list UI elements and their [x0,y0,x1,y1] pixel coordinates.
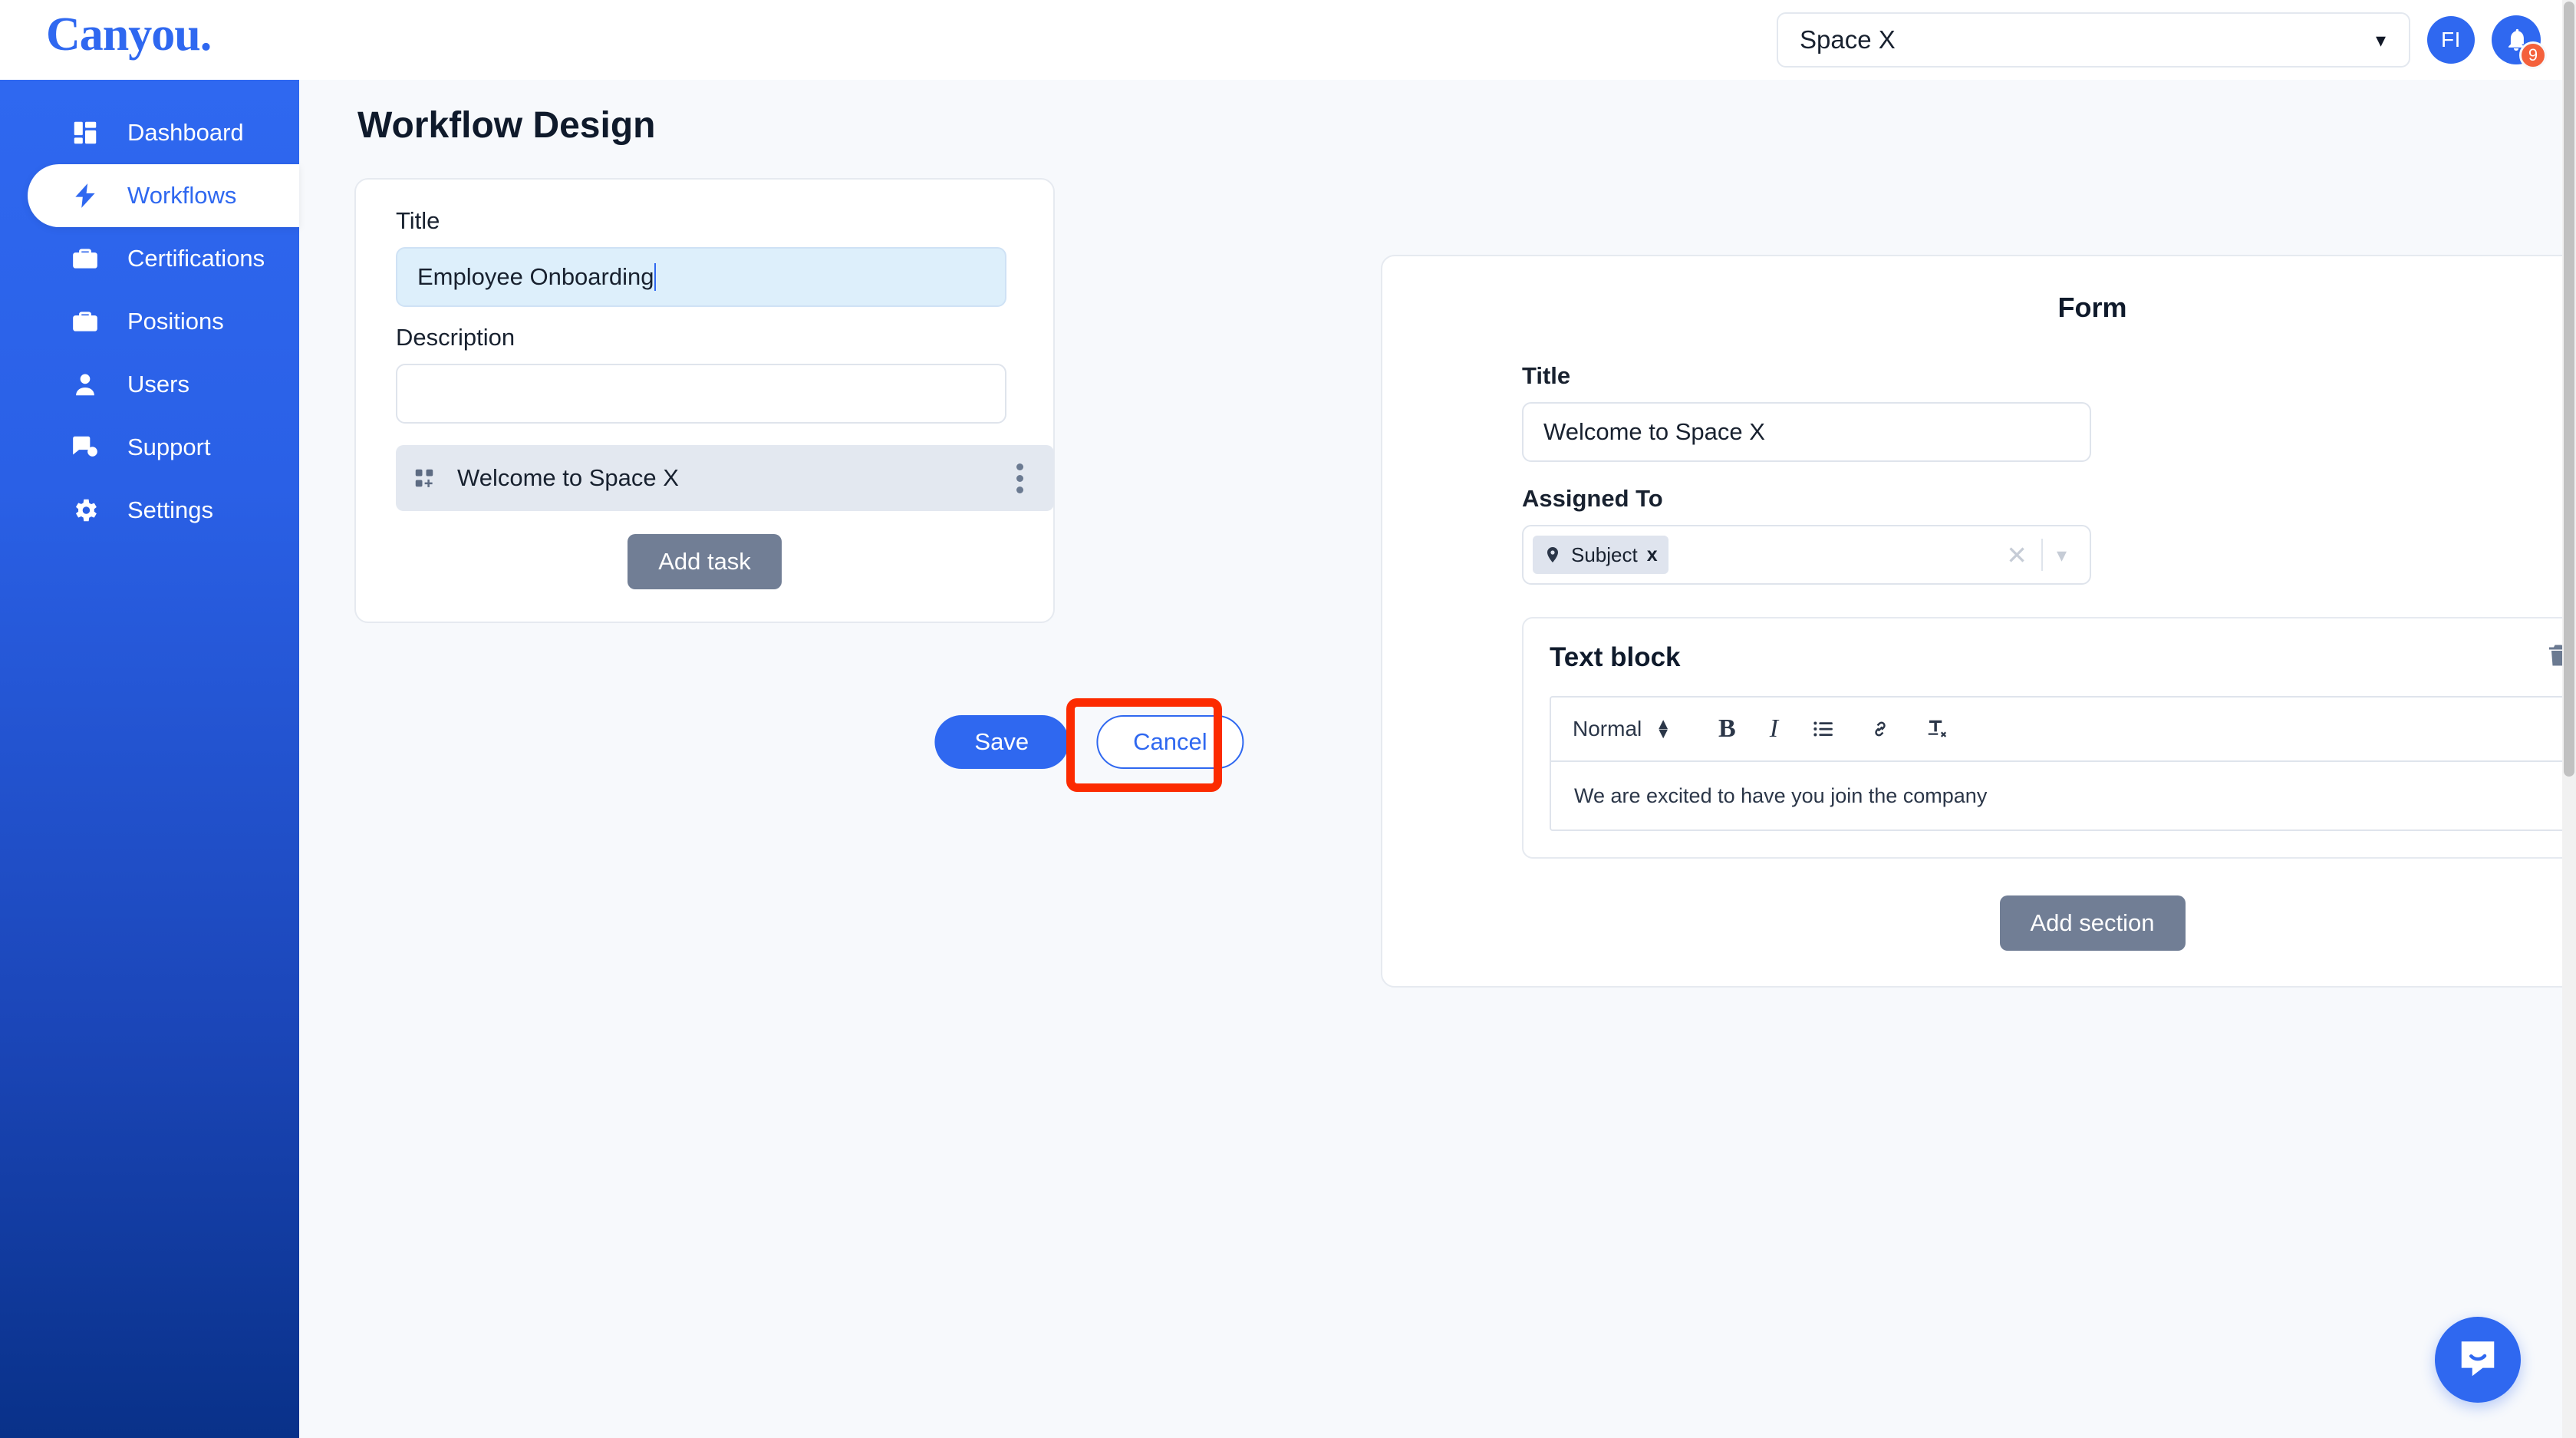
clear-format-button[interactable] [1909,717,1965,740]
organization-select[interactable]: Space X ▾ [1777,12,2410,68]
assigned-to-controls: ✕ ▾ [1992,539,2080,571]
avatar-initials: FI [2441,28,2461,51]
sidebar-item-positions[interactable]: Positions [28,290,299,353]
top-bar: Canyou. Space X ▾ FI 9 [0,0,2562,80]
form-title-input[interactable]: Welcome to Space X [1522,402,2091,462]
sidebar-item-dashboard[interactable]: Dashboard [28,101,299,164]
sidebar-item-label: Dashboard [127,119,244,146]
gear-icon [69,494,101,526]
sidebar-item-label: Positions [127,308,224,335]
location-pin-icon [1543,546,1562,564]
workflow-description-label: Description [396,324,516,351]
workflow-description-input[interactable] [396,364,1006,424]
italic-button[interactable]: I [1753,714,1795,744]
sidebar-item-certifications[interactable]: Certifications [28,227,299,290]
editor-content[interactable]: We are excited to have you join the comp… [1551,762,2576,829]
app-logo[interactable]: Canyou. [46,8,212,62]
cancel-button[interactable]: Cancel [1096,715,1244,769]
page-title: Workflow Design [357,105,656,146]
remove-tag-icon[interactable]: x [1647,544,1658,566]
lightning-bolt-icon [69,180,101,212]
notification-badge: 9 [2519,41,2547,69]
link-chain-icon[interactable] [1852,717,1909,740]
workflow-title-value: Employee Onboarding [417,263,654,290]
bold-button[interactable]: B [1701,714,1753,744]
workflow-title-label: Title [396,207,440,234]
sidebar-item-label: Support [127,434,211,460]
task-name: Welcome to Space X [457,464,679,491]
task-list-item[interactable]: Welcome to Space X [396,445,1054,511]
stepper-arrows-icon: ▲ ▼ [1655,715,1672,742]
assigned-to-label: Assigned To [1522,485,1663,512]
sidebar: Dashboard Workflows Certifications Posit… [0,80,299,1438]
assigned-to-select[interactable]: Subject x ✕ ▾ [1522,525,2091,585]
form-panel-heading: Form [2057,292,2127,323]
chat-launcher-button[interactable] [2435,1317,2521,1403]
form-panel-body: Title Welcome to Space X Assigned To Sub… [1382,324,2576,951]
sidebar-item-label: Settings [127,496,214,523]
form-actions: Save Cancel [934,715,1244,769]
format-select[interactable]: Normal ▲ ▼ [1573,715,1672,742]
sidebar-item-workflows[interactable]: Workflows [28,164,299,227]
add-section-button[interactable]: Add section [1999,895,2186,951]
clear-x-icon[interactable]: ✕ [1992,543,2041,568]
user-icon [69,368,101,401]
form-title-label: Title [1522,362,1571,389]
dashboard-grid-icon [69,117,101,149]
page-scrollbar[interactable] [2562,0,2576,1438]
save-button[interactable]: Save [934,715,1069,769]
chevron-down-icon: ▾ [2375,28,2386,51]
add-section-row: Add section [1522,895,2576,951]
text-block-title: Text block [1550,641,1681,672]
topbar-right-cluster: Space X ▾ FI 9 [1777,0,2547,80]
workflow-details-card: Title Employee Onboarding Description We… [354,178,1055,623]
sidebar-item-label: Users [127,371,189,397]
briefcase-icon [69,242,101,275]
add-task-button[interactable]: Add task [628,534,782,589]
add-task-row: Add task [396,534,1013,589]
organization-select-value: Space X [1800,25,1896,54]
assigned-to-tag-label: Subject [1571,543,1638,566]
briefcase-icon [69,305,101,338]
form-title-value: Welcome to Space X [1543,418,1765,445]
sidebar-item-label: Certifications [127,245,265,272]
chat-bubble-smile-icon [2456,1336,2500,1384]
text-block-header: Text block [1550,641,2576,673]
workflow-title-input[interactable]: Employee Onboarding [396,247,1006,307]
app-root: Canyou. Space X ▾ FI 9 Dashboard Workflo… [0,0,2576,1438]
notifications-button[interactable]: 9 [2492,15,2547,69]
sidebar-item-support[interactable]: Support [28,416,299,479]
text-block-section: Text block Normal ▲ ▼ B I We are excited… [1522,617,2576,859]
text-caret [654,263,657,291]
format-select-value: Normal [1573,717,1642,740]
editor-toolbar: Normal ▲ ▼ B I [1551,698,2576,762]
sidebar-item-users[interactable]: Users [28,353,299,416]
chat-question-icon [69,431,101,463]
kebab-menu-icon[interactable] [1006,459,1034,498]
widget-grid-icon [413,465,439,491]
avatar[interactable]: FI [2427,16,2475,64]
sidebar-item-label: Workflows [127,182,237,209]
editor-text: We are excited to have you join the comp… [1574,783,1988,807]
form-builder-panel: Form Title Welcome to Space X Assigned T… [1381,255,2576,988]
rich-text-editor: Normal ▲ ▼ B I We are excited to have yo… [1550,696,2576,831]
scrollbar-thumb[interactable] [2564,2,2574,777]
chevron-down-icon[interactable]: ▾ [2043,545,2080,565]
main-content: Workflow Design Title Employee Onboardin… [299,80,2576,1438]
sidebar-item-settings[interactable]: Settings [28,479,299,542]
bullet-list-icon[interactable] [1795,717,1852,740]
assigned-to-tag[interactable]: Subject x [1533,536,1668,574]
